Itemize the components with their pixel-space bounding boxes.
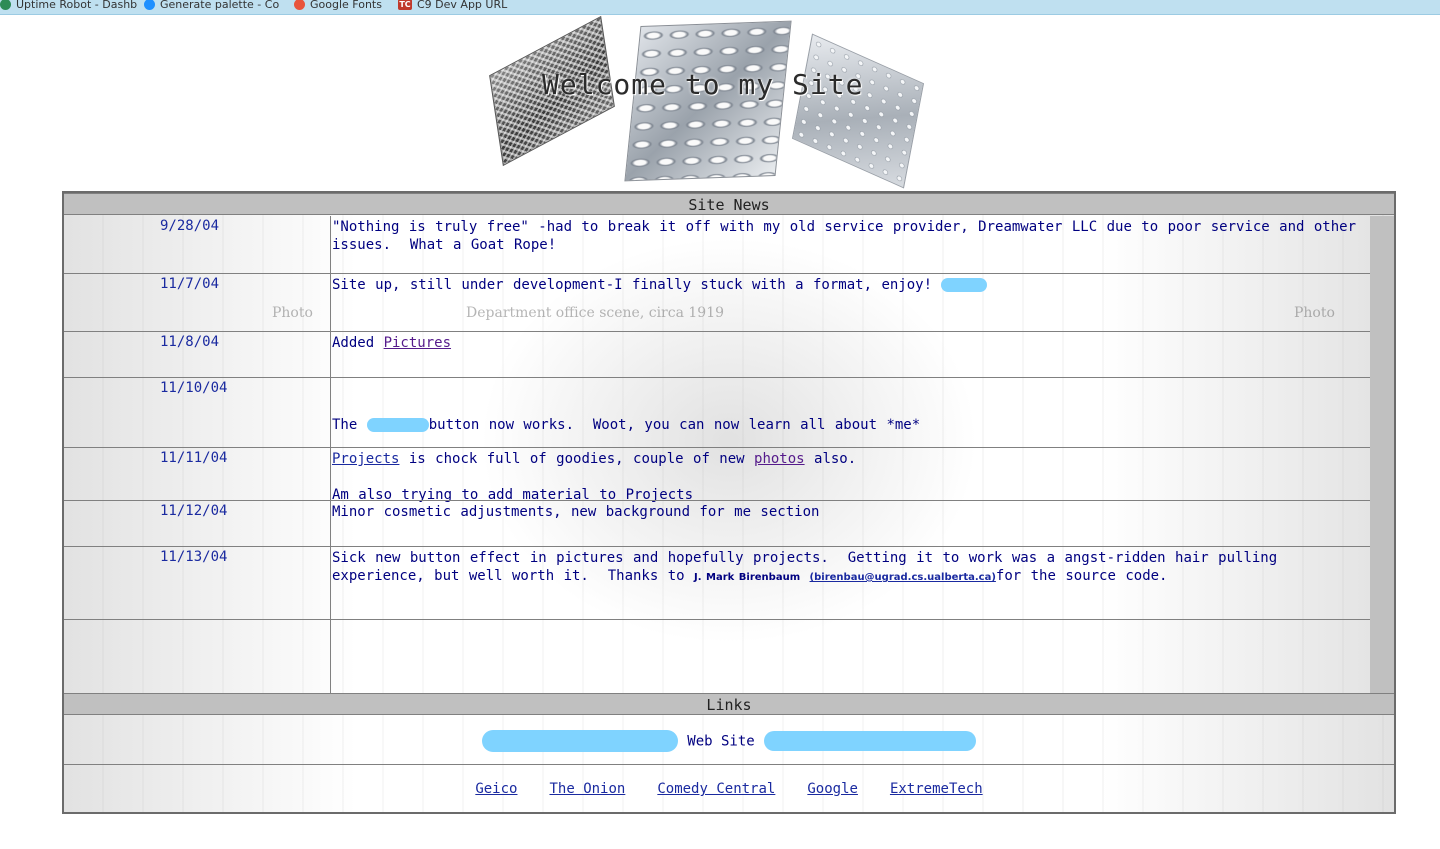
bookmark-generate-palette[interactable]: Generate palette - Co <box>144 0 279 12</box>
news-row: 11/7/04 Site up, still under development… <box>64 274 1370 332</box>
news-date: 11/13/04 <box>160 549 228 565</box>
news-row-empty <box>64 620 1370 693</box>
news-text-prefix: Added <box>332 335 384 351</box>
news-text: "Nothing is truly free" -had to break it… <box>332 219 1366 253</box>
bookmark-c9-dev-app[interactable]: TC C9 Dev App URL <box>398 0 507 12</box>
news-text-end: also. <box>804 451 857 467</box>
news-date: 11/11/04 <box>160 450 228 466</box>
news-row: 11/12/04 Minor cosmetic adjustments, new… <box>64 501 1370 547</box>
news-text: Minor cosmetic adjustments, new backgrou… <box>332 504 820 520</box>
links-header: Links <box>64 693 1394 715</box>
news-date: 9/28/04 <box>160 218 220 234</box>
metal-grate-image-center <box>624 20 792 182</box>
news-text-end: button now works. Woot, you can now lear… <box>428 417 921 433</box>
news-date: 11/7/04 <box>160 276 220 292</box>
news-row: 11/13/04 Sick new button effect in pictu… <box>64 547 1370 620</box>
link-extremetech[interactable]: ExtremeTech <box>890 781 983 797</box>
site-news-header: Site News <box>64 193 1394 215</box>
news-date: 11/12/04 <box>160 503 228 519</box>
bookmarks-bar: Uptime Robot - Dashb Generate palette - … <box>0 0 1440 15</box>
news-text-content: Site up, still under development-I final… <box>332 277 933 293</box>
news-text-end: for the source code. <box>995 568 1168 584</box>
bookmark-uptime-robot[interactable]: Uptime Robot - Dashb <box>0 0 137 12</box>
uptime-robot-icon <box>0 0 11 10</box>
site-banner: Welcome to my Site <box>430 15 1030 189</box>
bookmark-google-fonts[interactable]: Google Fonts <box>294 0 382 12</box>
metal-grate-image-right <box>791 33 925 189</box>
links-list-row: Geico The Onion Comedy Central Google Ex… <box>64 765 1394 812</box>
redaction-blot <box>941 278 988 292</box>
credit-name: J. Mark Birenbaum <box>694 572 801 583</box>
news-text-mid: is chock full of goodies, couple of new <box>399 451 755 467</box>
news-date: 11/10/04 <box>160 380 228 396</box>
link-google[interactable]: Google <box>807 781 858 797</box>
photos-link[interactable]: photos <box>754 451 805 467</box>
bookmark-label: Generate palette - Co <box>160 0 280 11</box>
banner-title: Welcome to my Site <box>542 68 864 101</box>
news-scroll-strip[interactable] <box>1370 216 1394 693</box>
tc-icon: TC <box>398 0 412 10</box>
bookmark-label: C9 Dev App URL <box>417 0 508 11</box>
link-the-onion[interactable]: The Onion <box>549 781 625 797</box>
website-label: Web Site <box>687 733 755 750</box>
news-row: 11/10/04 The button now works. Woot, you… <box>64 378 1370 503</box>
news-text: Site up, still under development-I final… <box>332 276 1362 294</box>
credit-email-link[interactable]: (birenbau@ugrad.cs.ualberta.ca) <box>810 572 996 583</box>
link-geico[interactable]: Geico <box>475 781 517 797</box>
palette-icon <box>144 0 155 10</box>
website-row: Web Site <box>64 716 1394 765</box>
redaction-blot <box>366 418 429 432</box>
redaction-blot <box>764 731 977 751</box>
projects-link[interactable]: Projects <box>332 451 399 467</box>
news-text-start: The <box>332 417 367 433</box>
links-list: Geico The Onion Comedy Central Google Ex… <box>64 781 1394 797</box>
redaction-blot <box>481 730 678 752</box>
google-fonts-icon <box>294 0 305 10</box>
news-date: 11/8/04 <box>160 334 220 350</box>
bookmark-label: Uptime Robot - Dashb <box>16 0 138 11</box>
link-comedy-central[interactable]: Comedy Central <box>657 781 775 797</box>
main-table: Photo Department office scene, circa 191… <box>62 191 1396 814</box>
pictures-link[interactable]: Pictures <box>384 335 451 351</box>
bookmark-label: Google Fonts <box>310 0 382 11</box>
news-text: Added Pictures <box>332 334 1362 352</box>
news-text: Projects is chock full of goodies, coupl… <box>332 450 1362 468</box>
news-row: 11/8/04 Added Pictures <box>64 332 1370 378</box>
news-text: Sick new button effect in pictures and h… <box>332 549 1362 587</box>
news-row: 9/28/04 "Nothing is truly free" -had to … <box>64 216 1370 274</box>
news-row: 11/11/04 Projects is chock full of goodi… <box>64 448 1370 501</box>
